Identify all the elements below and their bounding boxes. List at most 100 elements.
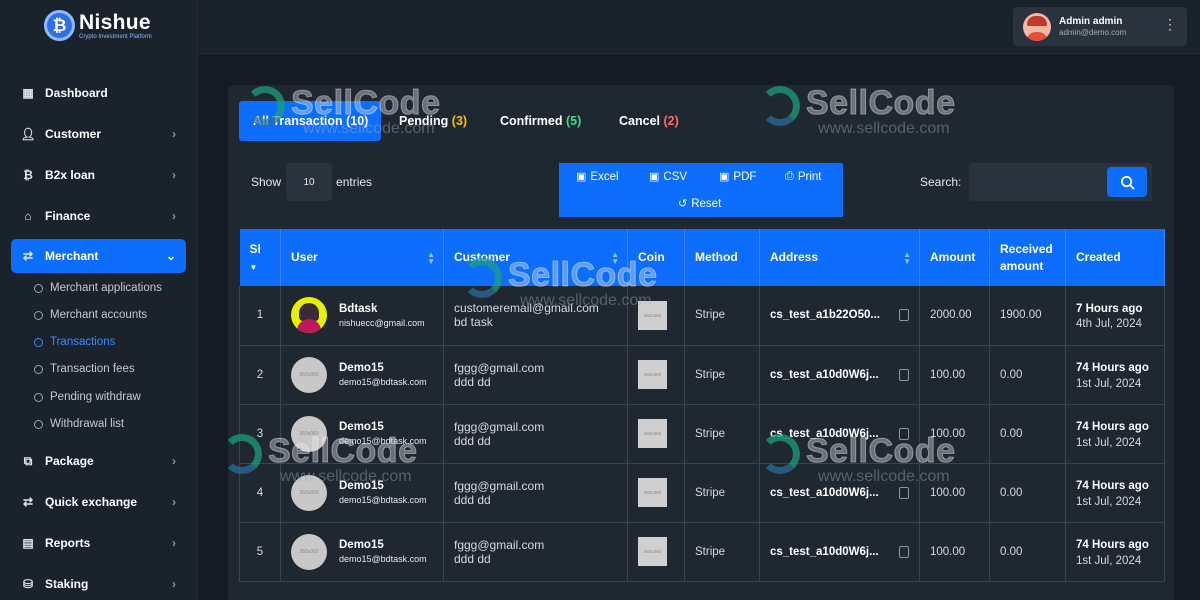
table-row[interactable]: 1 Bdtask nishuecc@gmail.com customeremail@g…	[239, 286, 1165, 346]
sidebar-item-label: Finance	[45, 209, 91, 223]
sidebar-item-dashboard[interactable]: ▦ Dashboard	[11, 76, 186, 110]
export-button-group: ▣ Excel ▣ CSV ▣ PDF ⎙ Print ↺ Reset	[559, 163, 843, 217]
column-header-amount[interactable]: Amount	[919, 229, 990, 286]
coin-image: 360x360	[638, 478, 667, 507]
user-email: demo15@bdtask.com	[339, 436, 427, 447]
customer-email: fggg@gmail.com	[454, 478, 545, 493]
user-name: Demo15	[339, 362, 384, 375]
table-row[interactable]: 4 360x360 Demo15 demo15@bdtask.com fggg@gmai…	[239, 463, 1165, 523]
tab-count: (5)	[565, 114, 582, 128]
column-header-method[interactable]: Method	[684, 229, 760, 286]
sidebar-item-reports[interactable]: ▤ Reports ›	[11, 526, 186, 560]
sidebar-item-label: Staking	[45, 577, 89, 591]
print-button[interactable]: ⎙ Print	[785, 163, 821, 190]
header-label: Customer	[454, 250, 511, 265]
cell-amount: 100.00	[919, 404, 990, 464]
pdf-button[interactable]: ▣ PDF	[719, 163, 756, 190]
sidebar-item-label: Merchant	[45, 249, 99, 263]
amount-value: 2000.00	[930, 309, 972, 322]
amount-value: 100.00	[930, 427, 966, 440]
cell-method: Stripe	[684, 286, 760, 346]
column-header-user[interactable]: User ▲ ▼	[280, 229, 444, 286]
column-header-customer[interactable]: Customer ▲ ▼	[443, 229, 628, 286]
sidebar-item-finance[interactable]: ⌂ Finance ›	[11, 199, 186, 233]
search-button[interactable]	[1107, 167, 1147, 197]
sidebar-item-customer[interactable]: 👤︎ Customer ›	[11, 117, 186, 151]
submenu-pending-withdraw[interactable]: Pending withdraw	[34, 388, 141, 406]
brand-logo[interactable]: ₿ Nishue Crypto Investment Platform	[44, 10, 152, 41]
submenu-merchant-applications[interactable]: Merchant applications	[34, 279, 162, 297]
excel-button[interactable]: ▣ Excel	[576, 163, 619, 190]
customer-name: ddd dd	[454, 492, 491, 507]
csv-button[interactable]: ▣ CSV	[649, 163, 687, 190]
search-icon	[1120, 175, 1134, 189]
sidebar-item-staking[interactable]: ⛁ Staking ›	[11, 567, 186, 600]
user-avatar: 360x360	[291, 474, 327, 511]
cell-user: Bdtask nishuecc@gmail.com	[280, 286, 444, 346]
column-header-received-amount[interactable]: Received amount	[989, 229, 1066, 286]
sidebar-item-merchant[interactable]: ⇄ Merchant ⌄	[11, 239, 186, 273]
submenu-transactions[interactable]: Transactions	[34, 333, 115, 351]
more-vertical-icon[interactable]: ⋮	[1163, 17, 1177, 31]
submenu-label: Merchant accounts	[50, 309, 148, 321]
submenu-merchant-accounts[interactable]: Merchant accounts	[34, 306, 147, 324]
cell-amount: 100.00	[919, 345, 990, 405]
copy-icon[interactable]	[899, 545, 909, 558]
sidebar-item-label: Customer	[45, 127, 102, 141]
submenu-transaction-fees[interactable]: Transaction fees	[34, 360, 135, 378]
entries-control: Show 10 entries	[251, 163, 372, 201]
column-header-created[interactable]: Created	[1065, 229, 1165, 286]
user-name: Demo15	[339, 480, 384, 493]
coin-image: 360x360	[638, 360, 667, 389]
created-date: 1st Jul, 2024	[1076, 436, 1142, 449]
bitcoin-logo-icon: ₿	[44, 10, 75, 41]
sidebar-item-label: Reports	[45, 536, 91, 550]
cell-created: 74 Hours ago 1st Jul, 2024	[1065, 345, 1165, 405]
tab-cancel[interactable]: Cancel (2)	[619, 101, 679, 141]
sidebar-item-b2x-loan[interactable]: ₿ B2x loan ›	[11, 158, 186, 192]
chevron-right-icon: ›	[172, 454, 176, 468]
user-avatar: 360x360	[291, 415, 327, 452]
cell-coin: 360x360	[627, 463, 685, 523]
received-value: 1900.00	[1000, 309, 1042, 322]
header-label: User	[291, 250, 318, 265]
circle-icon	[34, 283, 43, 293]
received-value: 0.00	[1000, 486, 1023, 499]
table-row[interactable]: 5 360x360 Demo15 demo15@bdtask.com fggg@gmai…	[239, 522, 1165, 582]
table-row[interactable]: 3 360x360 Demo15 demo15@bdtask.com fggg@gmai…	[239, 404, 1165, 464]
cell-sl: 2	[239, 345, 281, 405]
copy-icon[interactable]	[899, 486, 909, 499]
sidebar-item-label: Dashboard	[45, 86, 108, 100]
tab-pending[interactable]: Pending (3)	[399, 101, 467, 141]
customer-email: fggg@gmail.com	[454, 360, 545, 375]
circle-icon	[34, 364, 43, 374]
submenu-withdrawal-list[interactable]: Withdrawal list	[34, 415, 124, 433]
tab-all-transaction[interactable]: All Transaction (10)	[239, 101, 381, 141]
user-menu[interactable]: Admin admin admin@demo.com ⋮	[1013, 7, 1187, 46]
brand-name: Nishue	[79, 10, 151, 34]
created-ago: 74 Hours ago	[1076, 362, 1149, 375]
reset-button[interactable]: ↺ Reset	[678, 190, 721, 217]
column-header-coin[interactable]: Coin	[627, 229, 685, 286]
address-value: cs_test_a10d0W6j...	[770, 368, 879, 381]
cell-coin: 360x360	[627, 404, 685, 464]
cell-amount: 100.00	[919, 463, 990, 523]
entries-select[interactable]: 10	[286, 163, 333, 201]
customer-name: bd task	[454, 315, 493, 330]
copy-icon[interactable]	[899, 368, 909, 381]
column-header-address[interactable]: Address ▲ ▼	[759, 229, 920, 286]
copy-icon[interactable]	[899, 427, 909, 440]
search-input[interactable]	[969, 163, 1152, 201]
tab-confirmed[interactable]: Confirmed (5)	[500, 101, 581, 141]
bank-icon: ⌂	[24, 209, 32, 223]
sidebar-item-quick-exchange[interactable]: ⇄ Quick exchange ›	[11, 485, 186, 519]
sidebar-item-package[interactable]: ⧉ Package ›	[11, 444, 186, 478]
sl-value: 3	[256, 427, 264, 440]
cell-user: 360x360 Demo15 demo15@bdtask.com	[280, 522, 444, 582]
column-header-sl[interactable]: Sl ▼	[239, 229, 281, 286]
coin-placeholder-label: 360x360	[643, 490, 662, 495]
cell-user: 360x360 Demo15 demo15@bdtask.com	[280, 463, 444, 523]
table-row[interactable]: 2 360x360 Demo15 demo15@bdtask.com fggg@gmai…	[239, 345, 1165, 405]
cell-coin: 360x360	[627, 345, 685, 405]
copy-icon[interactable]	[899, 309, 909, 322]
